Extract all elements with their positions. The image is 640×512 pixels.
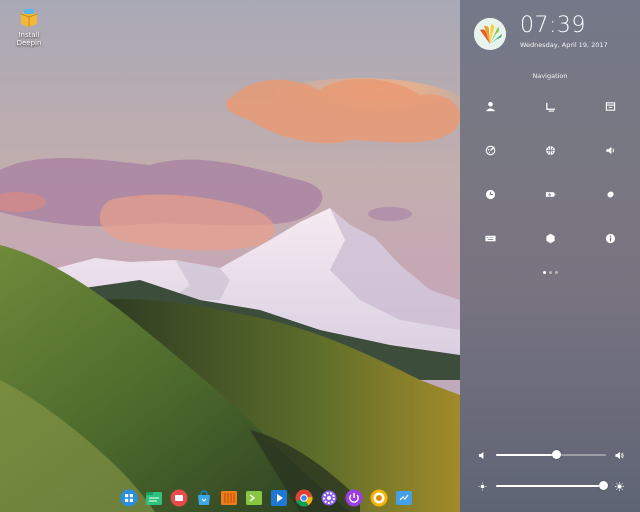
tile-display[interactable]	[520, 84, 580, 128]
system-info-icon	[605, 233, 615, 243]
dock	[114, 484, 419, 512]
tile-power[interactable]	[520, 172, 580, 216]
brightness-knob[interactable]	[599, 481, 609, 490]
dock-video-player[interactable]	[270, 489, 288, 507]
update-icon	[545, 233, 555, 243]
user-accounts-icon	[485, 101, 495, 111]
personalization-icon	[485, 145, 495, 155]
launcher-icon	[120, 489, 138, 507]
volume-fill	[496, 454, 557, 456]
tile-keyboard[interactable]	[460, 216, 520, 260]
network-icon	[545, 145, 555, 155]
dock-screen-recorder[interactable]	[170, 489, 188, 507]
video-player-icon	[271, 490, 287, 506]
dock-shutdown[interactable]	[345, 489, 363, 507]
tile-personalization[interactable]	[460, 128, 520, 172]
brightness-high-icon[interactable]	[615, 481, 624, 491]
section-title: Navigation	[532, 72, 568, 80]
dock-terminal[interactable]	[245, 489, 263, 507]
tile-system-info[interactable]	[580, 216, 640, 260]
package-installer-icon	[18, 6, 40, 28]
display-icon	[545, 102, 555, 112]
tile-mouse[interactable]	[580, 172, 640, 216]
tile-update[interactable]	[520, 216, 580, 260]
brightness-slider[interactable]	[496, 481, 609, 490]
desktop-icon-label: Install Deepin	[16, 31, 42, 47]
dock-music[interactable]	[220, 489, 238, 507]
clock: 07:39	[520, 13, 586, 38]
tile-network[interactable]	[520, 128, 580, 172]
brightness-low-icon[interactable]	[478, 481, 487, 491]
volume-knob[interactable]	[552, 450, 561, 459]
dock-trash[interactable]	[395, 489, 413, 507]
page-dot[interactable]	[554, 271, 558, 274]
power-icon	[545, 191, 555, 197]
screen-recorder-icon	[170, 489, 188, 507]
volume-high-icon[interactable]	[615, 451, 624, 460]
page-dot[interactable]	[542, 271, 546, 274]
settings-grid	[460, 84, 640, 260]
sound-icon	[605, 146, 614, 154]
volume-slider-row	[478, 449, 624, 461]
dock-chrome[interactable]	[295, 489, 313, 507]
control-center-panel: 07:39 Wednesday, April 19, 2017 Navigati…	[460, 0, 640, 512]
terminal-icon	[246, 491, 262, 505]
tile-time-date[interactable]	[460, 172, 520, 216]
app-store-icon	[198, 490, 210, 505]
desktop-icon-install[interactable]: Install Deepin	[8, 6, 50, 47]
tile-default-apps[interactable]	[580, 84, 640, 128]
volume-slider[interactable]	[496, 450, 606, 459]
dock-launcher[interactable]	[120, 489, 138, 507]
shutdown-icon	[345, 489, 363, 507]
volume-low-icon[interactable]	[478, 451, 487, 460]
user-avatar[interactable]	[474, 18, 506, 50]
dock-app-store[interactable]	[195, 489, 213, 507]
settings-icon	[321, 490, 337, 506]
trash-icon	[396, 491, 412, 505]
tile-accounts[interactable]	[460, 84, 520, 128]
mouse-icon	[606, 190, 614, 198]
default-applications-icon	[605, 101, 615, 111]
file-manager-icon	[146, 492, 162, 505]
date: Wednesday, April 19, 2017	[520, 41, 608, 49]
tile-sound[interactable]	[580, 128, 640, 172]
screenshot-icon	[370, 489, 388, 507]
time-date-icon	[485, 189, 495, 199]
dock-settings[interactable]	[320, 489, 338, 507]
brightness-slider-row	[478, 480, 624, 492]
dock-screenshot[interactable]	[370, 489, 388, 507]
dock-file-manager[interactable]	[145, 489, 163, 507]
page-dot[interactable]	[548, 271, 552, 274]
brightness-fill	[496, 485, 604, 487]
chrome-icon	[295, 489, 313, 507]
music-icon	[221, 491, 237, 505]
keyboard-icon	[484, 235, 496, 241]
page-indicator	[460, 271, 640, 274]
